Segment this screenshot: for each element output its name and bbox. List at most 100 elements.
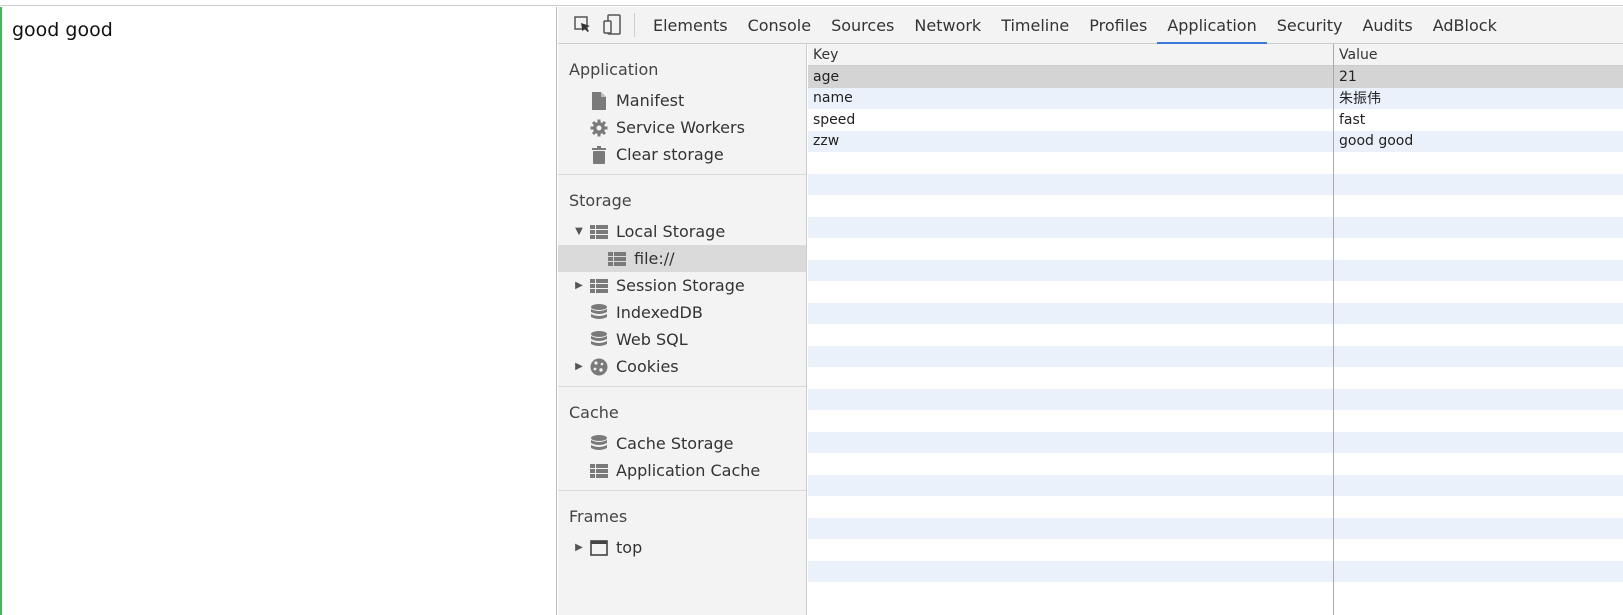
empty-table-row (808, 216, 1623, 238)
page-viewport: good good (0, 7, 557, 615)
key-cell (808, 346, 1333, 368)
key-cell (808, 174, 1333, 196)
frame-window-icon (586, 538, 612, 558)
value-cell (1333, 238, 1623, 260)
table-row[interactable]: speed fast (808, 109, 1623, 131)
gear-icon (586, 118, 612, 138)
sidebar-section-title: Frames (569, 507, 628, 526)
expand-arrow-right-icon[interactable]: ▶ (572, 542, 586, 553)
value-cell (1333, 174, 1623, 196)
key-cell[interactable]: age (808, 66, 1333, 88)
empty-table-row (808, 367, 1623, 389)
sidebar-item-label: Local Storage (616, 222, 726, 241)
empty-table-row (808, 453, 1623, 475)
expand-arrow-right-icon[interactable]: ▶ (572, 361, 586, 372)
sidebar-item-web-sql[interactable]: Web SQL (558, 326, 806, 353)
value-cell (1333, 582, 1623, 604)
value-cell (1333, 260, 1623, 282)
value-cell (1333, 367, 1623, 389)
value-cell[interactable]: 21 (1333, 66, 1623, 88)
sidebar-item-label: Cache Storage (616, 434, 734, 453)
empty-table-row (808, 324, 1623, 346)
sidebar-item-label: Web SQL (616, 330, 688, 349)
value-cell[interactable]: 朱振伟 (1333, 88, 1623, 110)
expand-arrow-right-icon[interactable]: ▶ (572, 280, 586, 291)
key-cell (808, 561, 1333, 583)
table-row[interactable]: age 21 (808, 66, 1623, 88)
key-cell[interactable]: name (808, 88, 1333, 110)
grid-table-icon (604, 249, 630, 269)
value-cell (1333, 432, 1623, 454)
key-cell[interactable]: zzw (808, 131, 1333, 153)
sidebar-item-manifest[interactable]: Manifest (558, 87, 806, 114)
application-sidebar: Application Manifest Service Workers Clear … (558, 44, 807, 615)
key-cell (808, 539, 1333, 561)
tab-sources[interactable]: Sources (821, 7, 904, 43)
sidebar-item-label: top (616, 538, 643, 557)
tab-elements[interactable]: Elements (643, 7, 738, 43)
column-header-value[interactable]: Value (1333, 44, 1623, 65)
sidebar-item-session-storage[interactable]: ▶ Session Storage (558, 272, 806, 299)
trash-icon (586, 145, 612, 165)
grid-table-icon (586, 222, 612, 242)
sidebar-item-indexeddb[interactable]: IndexedDB (558, 299, 806, 326)
key-cell (808, 432, 1333, 454)
empty-table-row (808, 173, 1623, 196)
value-cell (1333, 346, 1623, 368)
sidebar-item-cache-storage[interactable]: Cache Storage (558, 430, 806, 457)
value-cell (1333, 453, 1623, 475)
table-row[interactable]: name 朱振伟 (808, 87, 1623, 110)
tab-adblock[interactable]: AdBlock (1423, 7, 1507, 43)
toolbar-icons (558, 7, 628, 43)
value-cell[interactable]: fast (1333, 109, 1623, 131)
key-cell (808, 152, 1333, 174)
column-header-key[interactable]: Key (808, 44, 1333, 65)
value-cell (1333, 389, 1623, 411)
sidebar-item-file[interactable]: file:// (558, 245, 806, 272)
sidebar-item-application-cache[interactable]: Application Cache (558, 457, 806, 484)
tab-network[interactable]: Network (904, 7, 991, 43)
key-cell (808, 496, 1333, 518)
value-cell (1333, 303, 1623, 325)
sidebar-item-clear-storage[interactable]: Clear storage (558, 141, 806, 168)
empty-table-row (808, 560, 1623, 583)
expand-arrow-down-icon[interactable]: ▼ (572, 226, 586, 237)
column-divider (1333, 44, 1334, 615)
value-cell (1333, 195, 1623, 217)
key-cell (808, 582, 1333, 604)
empty-table-row (808, 474, 1623, 496)
sidebar-item-service-workers[interactable]: Service Workers (558, 114, 806, 141)
empty-table-row (808, 238, 1623, 260)
database-icon (586, 330, 612, 350)
tab-console[interactable]: Console (738, 7, 822, 43)
empty-table-row (808, 539, 1623, 561)
database-icon (586, 434, 612, 454)
value-cell (1333, 539, 1623, 561)
sidebar-item-top[interactable]: ▶ top (558, 534, 806, 561)
tab-application[interactable]: Application (1157, 7, 1268, 44)
sidebar-item-label: file:// (634, 249, 675, 268)
table-row[interactable]: zzw good good (808, 130, 1623, 153)
empty-table-row (808, 259, 1623, 282)
sidebar-section-cache: Cache Cache Storage Application Cache (558, 387, 806, 491)
key-cell[interactable]: speed (808, 109, 1333, 131)
inspect-element-icon[interactable] (568, 10, 598, 40)
sidebar-item-cookies[interactable]: ▶ Cookies (558, 353, 806, 380)
empty-table-row (808, 281, 1623, 303)
tab-timeline[interactable]: Timeline (991, 7, 1079, 43)
sidebar-item-label: Clear storage (616, 145, 724, 164)
key-cell (808, 324, 1333, 346)
page-body-text: good good (12, 19, 113, 41)
value-cell[interactable]: good good (1333, 131, 1623, 153)
tab-profiles[interactable]: Profiles (1079, 7, 1157, 43)
table-header: Key Value (808, 44, 1623, 66)
key-cell (808, 195, 1333, 217)
key-cell (808, 303, 1333, 325)
empty-table-row (808, 302, 1623, 325)
tab-security[interactable]: Security (1267, 7, 1353, 43)
device-toolbar-icon[interactable] (598, 10, 628, 40)
sidebar-item-local-storage[interactable]: ▼ Local Storage (558, 218, 806, 245)
tab-audits[interactable]: Audits (1352, 7, 1422, 43)
empty-table-row (808, 152, 1623, 174)
sidebar-item-label: Session Storage (616, 276, 745, 295)
